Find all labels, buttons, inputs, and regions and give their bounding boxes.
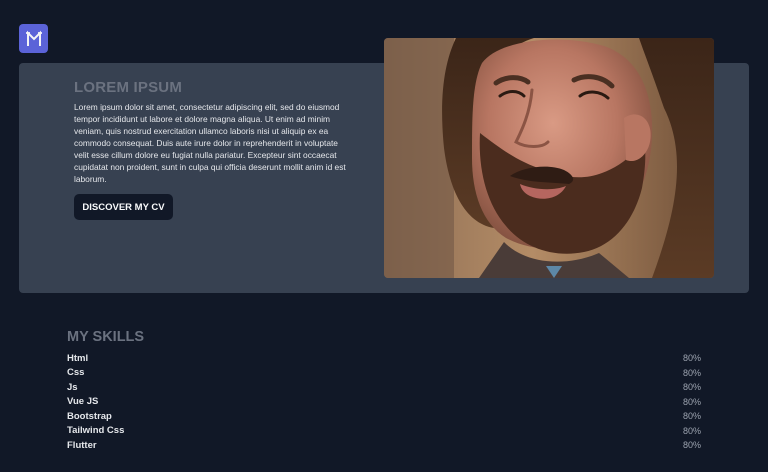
- skill-value: 80%: [682, 382, 701, 393]
- logo[interactable]: [19, 24, 48, 53]
- skill-name: Js: [67, 381, 78, 393]
- skill-value: 80%: [682, 411, 701, 422]
- hero-description: Lorem ipsum dolor sit amet, consectetur …: [74, 102, 346, 184]
- skill-name: Tailwind Css: [67, 425, 125, 437]
- skill-name: Vue JS: [67, 396, 99, 408]
- skill-value: 80%: [682, 396, 701, 407]
- discover-cv-button[interactable]: DISCOVER MY CV: [74, 194, 173, 220]
- skill-row: Js 80%: [67, 380, 701, 395]
- skill-value: 80%: [682, 440, 701, 451]
- skill-value: 80%: [682, 367, 701, 378]
- skill-name: Bootstrap: [67, 410, 112, 422]
- skills-title: MY SKILLS: [67, 329, 145, 345]
- profile-photo: [384, 38, 714, 278]
- skill-row: Vue JS 80%: [67, 395, 701, 410]
- skill-row: Bootstrap 80%: [67, 409, 701, 424]
- skill-value: 80%: [682, 425, 701, 436]
- skill-row: Html 80%: [67, 351, 701, 366]
- skills-list: Html 80% Css 80% Js 80% Vue JS 80% Boots…: [67, 351, 701, 453]
- skill-name: Flutter: [67, 439, 97, 451]
- skill-row: Tailwind Css 80%: [67, 424, 701, 439]
- m-monogram-icon: [25, 30, 42, 46]
- skill-row: Css 80%: [67, 366, 701, 381]
- skill-row: Flutter 80%: [67, 438, 701, 453]
- skill-value: 80%: [682, 353, 701, 364]
- hero-title: LOREM IPSUM: [74, 79, 183, 96]
- skill-name: Html: [67, 352, 89, 364]
- skill-name: Css: [67, 367, 85, 379]
